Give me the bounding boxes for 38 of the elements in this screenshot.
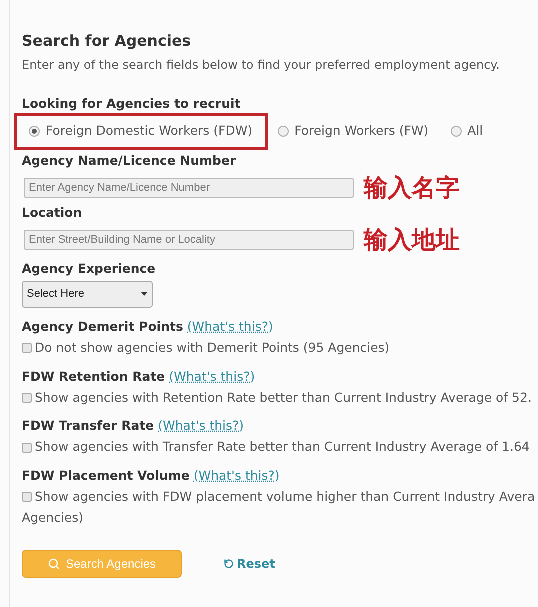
input-field[interactable]: Enter Agency Name/Licence Number	[24, 178, 354, 198]
select-dropdown[interactable]: Select Here	[22, 280, 153, 308]
annotation-text: 输入地址	[364, 226, 460, 254]
annotation-text: 输入名字	[364, 174, 460, 202]
radio-label: Foreign Workers (FW)	[294, 122, 429, 140]
checkbox[interactable]	[22, 343, 32, 354]
caret-icon	[141, 292, 148, 296]
field-label: Location	[22, 204, 84, 222]
intro-text: Enter any of the search fields below to find your preferred employment agency.	[22, 57, 501, 74]
checkbox[interactable]	[22, 442, 32, 453]
checkbox-label: Show agencies with Retention Rate better than Current Industry Average of 52.	[35, 388, 532, 407]
radio-label: All	[468, 122, 484, 140]
checkbox-label: Agencies)	[22, 508, 84, 527]
radio-label: Foreign Domestic Workers (FDW)	[46, 122, 253, 140]
section-label: Looking for Agencies to recruit	[22, 96, 242, 111]
field-label: Agency Name/Licence Number	[22, 152, 238, 170]
radio-button[interactable]	[29, 126, 40, 137]
help-link[interactable]: (What's this?)	[187, 318, 274, 336]
filter-title: Agency Demerit Points	[22, 318, 184, 336]
reset-icon	[224, 558, 234, 568]
help-link[interactable]: (What's this?)	[194, 467, 280, 485]
checkbox-label: Show agencies with FDW placement volume higher than Current Industry Avera	[35, 488, 536, 506]
reset-link[interactable]: Reset	[224, 554, 276, 572]
filter-title: FDW Retention Rate	[22, 368, 166, 386]
checkbox-label: Show agencies with Transfer Rate better than Current Industry Average of 1.64	[35, 438, 530, 456]
page-heading: Search for Agencies	[22, 32, 192, 50]
checkbox[interactable]	[22, 492, 32, 502]
radio-button[interactable]	[450, 126, 462, 137]
radio-button[interactable]	[278, 126, 289, 137]
field-label: Agency Experience	[22, 260, 157, 278]
checkbox-label: Do not show agencies with Demerit Points (95 Agencies)	[35, 338, 390, 357]
checkbox[interactable]	[22, 392, 32, 403]
filter-title: FDW Transfer Rate	[22, 417, 154, 436]
help-link[interactable]: (What's this?)	[169, 368, 256, 386]
input-field[interactable]: Enter Street/Building Name or Locality	[24, 230, 354, 250]
filter-title: FDW Placement Volume	[22, 467, 190, 485]
search-icon	[48, 558, 60, 570]
help-link[interactable]: (What's this?)	[158, 417, 244, 436]
